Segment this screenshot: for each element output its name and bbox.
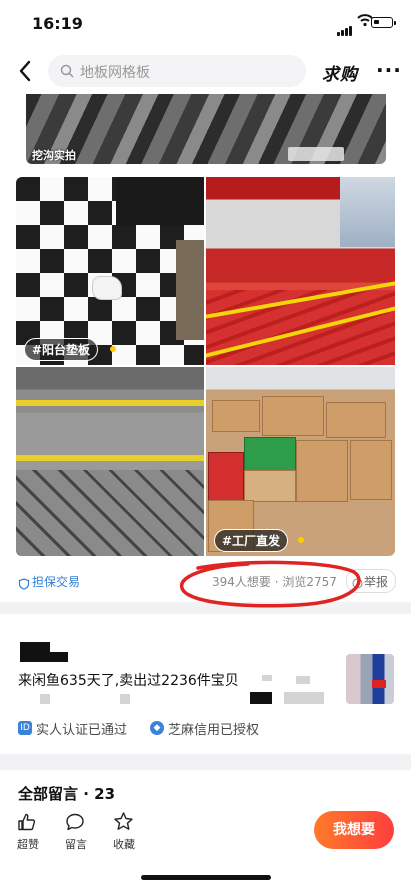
shield-icon — [18, 575, 30, 594]
comment-label: 留言 — [65, 838, 87, 851]
photo-red-stack — [208, 452, 244, 504]
comments-title[interactable]: 全部留言 · 23 — [18, 783, 115, 804]
sesame-icon: ◆ — [150, 721, 164, 735]
avatar-detail — [372, 680, 386, 688]
star-icon[interactable] — [113, 811, 134, 836]
more-icon[interactable]: ··· — [376, 58, 402, 82]
badge-sesame-credit: 芝麻信用已授权 — [168, 723, 260, 738]
photo-box — [212, 400, 260, 432]
photo-box — [350, 440, 392, 500]
like-label: 超赞 — [17, 838, 39, 851]
home-indicator — [141, 875, 271, 880]
tag-balcony[interactable]: #阳台垫板 — [24, 338, 99, 361]
want-button[interactable]: 我想要 — [314, 811, 394, 849]
battery-icon — [371, 17, 396, 28]
search-placeholder: 地板网格板 — [80, 65, 150, 81]
photo-person — [116, 177, 204, 225]
mosaic — [120, 694, 130, 704]
blurred-watermark — [288, 147, 344, 161]
tag-dot — [110, 346, 116, 352]
photo-caption: 挖沟实拍 — [32, 149, 76, 162]
thumb-up-icon[interactable] — [17, 812, 37, 836]
badge-real-name: 实人认证已通过 — [36, 723, 128, 738]
id-verify-icon: ID — [18, 721, 32, 735]
mosaic — [250, 692, 272, 704]
photo-sky — [340, 177, 395, 247]
qiugou-button[interactable]: 求购 — [322, 60, 358, 85]
signal-icon — [337, 17, 353, 36]
comment-icon[interactable] — [65, 812, 85, 836]
mosaic — [296, 676, 310, 684]
photo-yellow-line — [16, 455, 204, 461]
tag-factory[interactable]: #工厂直发 — [214, 529, 289, 552]
photo-box — [262, 396, 324, 436]
tag-dot — [298, 537, 304, 543]
back-icon[interactable] — [14, 56, 38, 86]
seller-avatar[interactable] — [346, 654, 394, 704]
photo-tiles — [16, 470, 204, 556]
mosaic — [284, 692, 324, 704]
status-time: 16:19 — [32, 14, 83, 33]
photo-glove — [92, 276, 122, 300]
seller-name-mosaic — [46, 652, 68, 662]
photo-box — [326, 402, 386, 438]
seller-summary: 来闲鱼635天了,卖出过2236件宝贝 — [18, 673, 239, 689]
mosaic — [262, 675, 272, 681]
mosaic — [40, 694, 50, 704]
guarantee-link[interactable]: 担保交易 — [32, 573, 80, 590]
red-annotation-circle — [180, 560, 361, 608]
photo-floor — [176, 240, 204, 340]
search-icon — [60, 63, 74, 82]
photo-box — [296, 440, 348, 502]
photo-box — [244, 470, 296, 502]
report-label: 举报 — [364, 575, 389, 589]
favorite-label: 收藏 — [113, 838, 135, 851]
photo-yellow-line — [16, 400, 204, 406]
